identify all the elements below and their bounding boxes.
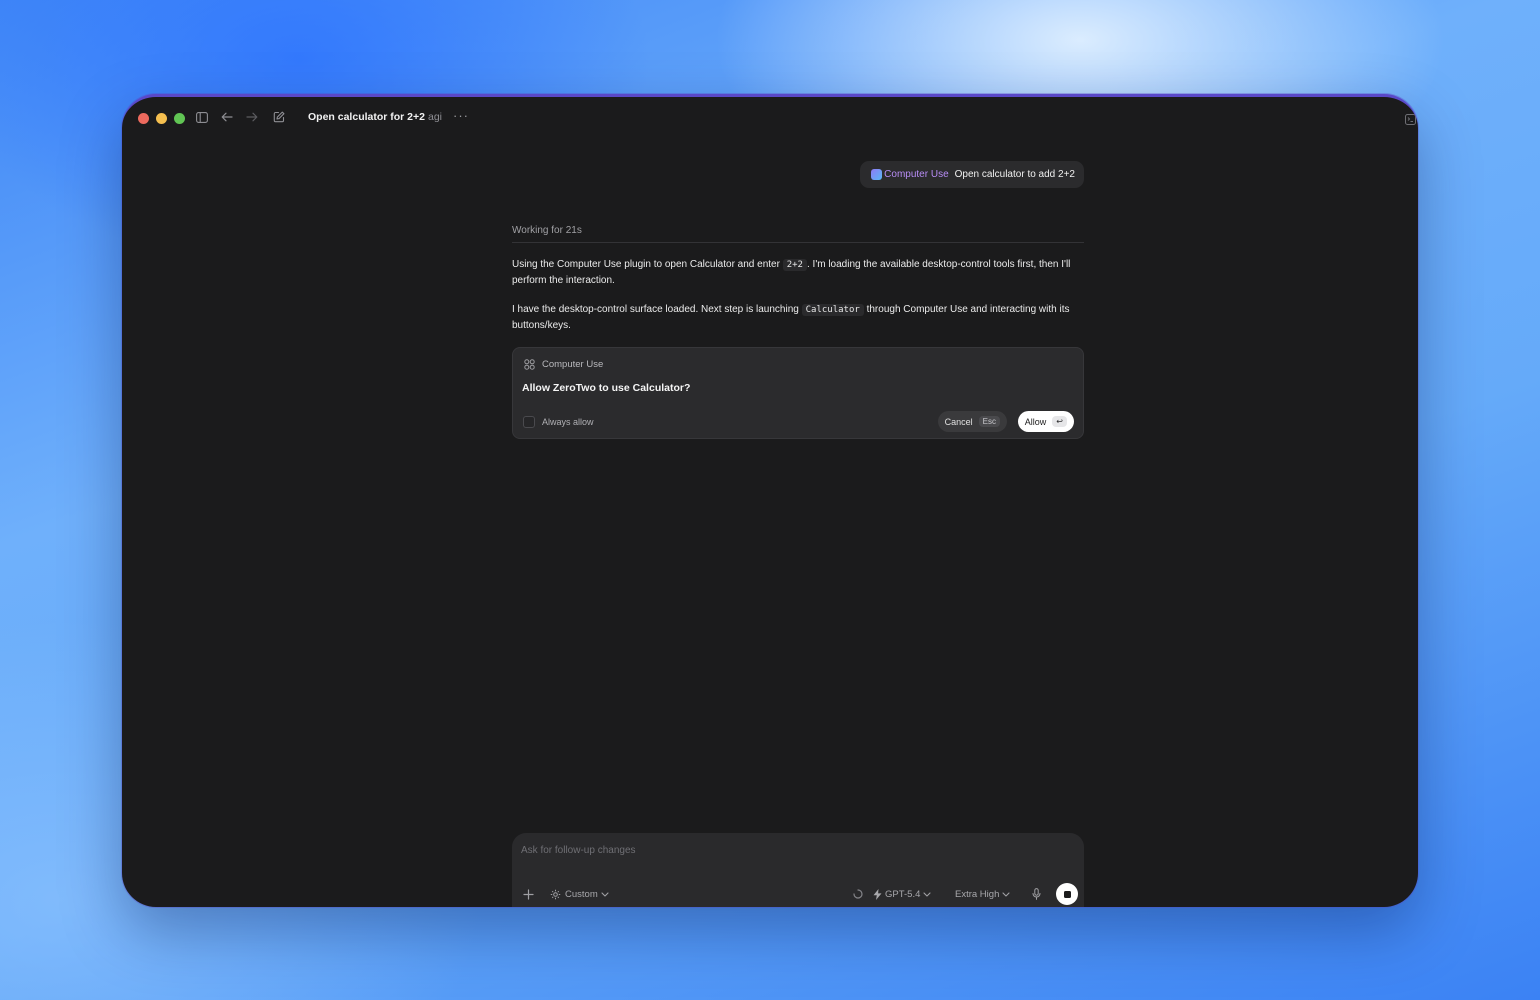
permission-header-label: Computer Use bbox=[542, 359, 604, 370]
effort-label: Extra High bbox=[955, 888, 1000, 900]
loading-spinner-icon bbox=[853, 884, 863, 904]
assistant-response: Working for 21s Using the Computer Use p… bbox=[512, 225, 1084, 439]
allow-button-label: Allow bbox=[1024, 416, 1047, 427]
chevron-down-icon bbox=[601, 891, 609, 897]
stop-icon bbox=[1063, 890, 1071, 898]
inline-code: Calculator bbox=[801, 304, 864, 316]
mode-label: Custom bbox=[565, 888, 598, 900]
arrow-left-icon[interactable] bbox=[219, 109, 235, 125]
compose-icon[interactable] bbox=[271, 109, 287, 125]
esc-shortcut-badge: Esc bbox=[978, 416, 1000, 427]
permission-header: Computer Use bbox=[524, 359, 603, 370]
grid-icon bbox=[524, 359, 535, 370]
model-selector[interactable]: GPT-5.4 bbox=[873, 884, 931, 904]
reasoning-effort-selector[interactable]: Extra High bbox=[955, 884, 1010, 904]
always-allow-toggle[interactable]: Always allow bbox=[523, 416, 594, 428]
more-options-button[interactable]: ··· bbox=[453, 108, 469, 123]
return-key-icon: ↩ bbox=[1052, 416, 1067, 427]
chevron-down-icon bbox=[923, 891, 931, 897]
user-message-text: Open calculator to add 2+2 bbox=[954, 169, 1075, 180]
para2-text-a: I have the desktop-control surface loade… bbox=[512, 304, 799, 315]
zoom-window-button[interactable] bbox=[174, 113, 185, 124]
chevron-down-icon bbox=[1002, 891, 1010, 897]
permission-card: Computer Use Allow ZeroTwo to use Calcul… bbox=[512, 347, 1084, 439]
microphone-icon[interactable] bbox=[1032, 884, 1041, 904]
lightning-icon bbox=[873, 888, 882, 900]
gear-icon bbox=[550, 889, 561, 899]
plus-icon[interactable] bbox=[523, 884, 534, 904]
always-allow-label: Always allow bbox=[542, 417, 594, 427]
thread-title: Open calculator for 2+2 bbox=[308, 111, 425, 123]
title-bar: Open calculator for 2+2 agi ··· bbox=[122, 97, 1418, 137]
minimize-window-button[interactable] bbox=[156, 113, 167, 124]
follow-up-input[interactable] bbox=[521, 841, 1061, 859]
composer: Custom GPT-5.4 Extra High bbox=[512, 833, 1084, 907]
cancel-button[interactable]: Cancel Esc bbox=[937, 411, 1007, 432]
sidebar-toggle-icon[interactable] bbox=[194, 109, 210, 125]
cancel-button-label: Cancel bbox=[944, 416, 973, 427]
project-label[interactable]: agi bbox=[428, 111, 442, 123]
permission-question: Allow ZeroTwo to use Calculator? bbox=[522, 382, 691, 394]
inline-code: 2+2 bbox=[782, 259, 807, 271]
plugin-chip[interactable]: Computer Use bbox=[871, 169, 949, 180]
app-window: Open calculator for 2+2 agi ··· Computer… bbox=[122, 94, 1418, 907]
assistant-paragraph-1: Using the Computer Use plugin to open Ca… bbox=[512, 257, 1084, 289]
plugin-chip-label: Computer Use bbox=[884, 169, 949, 180]
always-allow-checkbox[interactable] bbox=[523, 416, 535, 428]
panel-toggle-icon[interactable] bbox=[1405, 112, 1416, 130]
computer-use-logo-icon bbox=[871, 169, 883, 180]
para1-text-a: Using the Computer Use plugin to open Ca… bbox=[512, 259, 780, 270]
working-status[interactable]: Working for 21s bbox=[512, 225, 1084, 243]
allow-button[interactable]: Allow ↩ bbox=[1017, 411, 1074, 432]
arrow-right-icon[interactable] bbox=[244, 109, 260, 125]
user-message-bubble: Computer Use Open calculator to add 2+2 bbox=[860, 161, 1084, 188]
close-window-button[interactable] bbox=[138, 113, 149, 124]
stop-button[interactable] bbox=[1056, 883, 1078, 905]
assistant-paragraph-2: I have the desktop-control surface loade… bbox=[512, 302, 1084, 334]
model-label: GPT-5.4 bbox=[885, 888, 921, 900]
mode-selector[interactable]: Custom bbox=[550, 884, 609, 904]
